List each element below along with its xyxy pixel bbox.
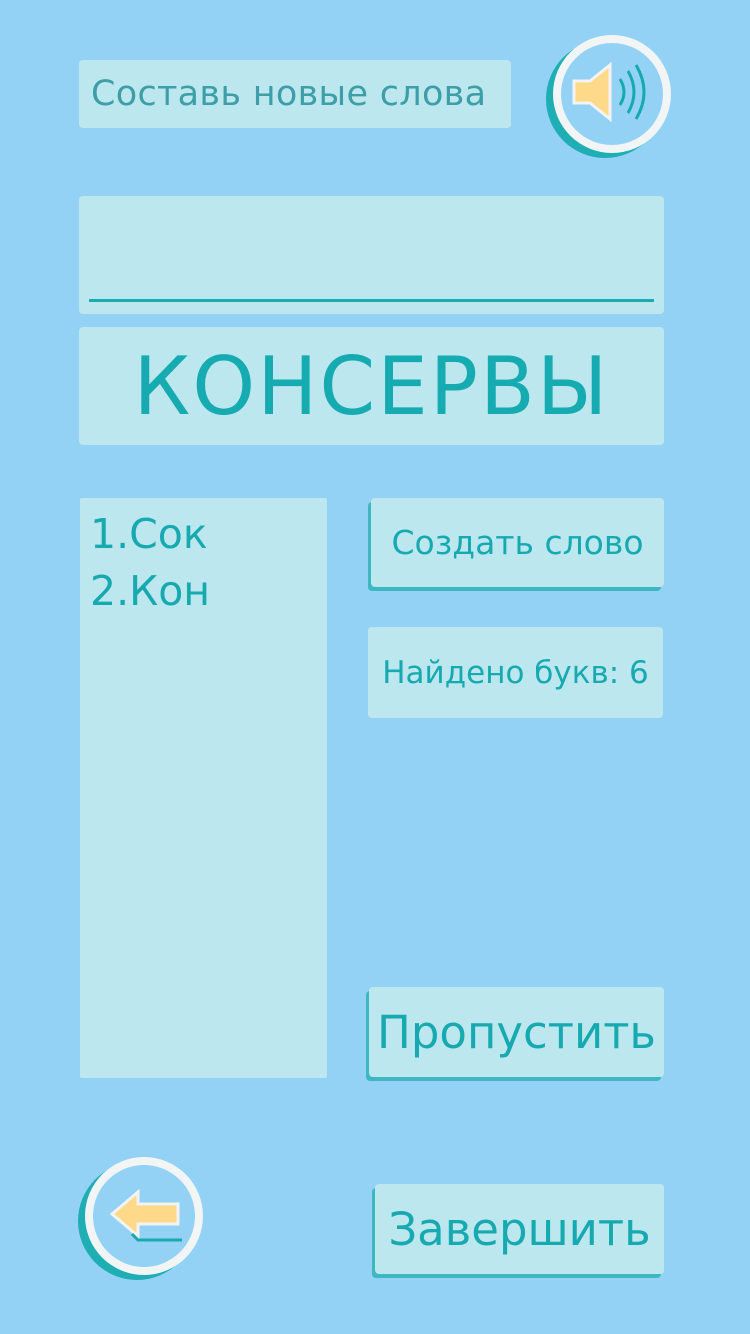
letter-slot	[145, 299, 202, 302]
speaker-icon	[570, 57, 654, 131]
letter-slot	[202, 299, 259, 302]
letter-slot	[258, 299, 315, 302]
letter-slot	[89, 299, 146, 302]
letter-slot	[541, 299, 598, 302]
create-word-button[interactable]: Создать слово	[371, 498, 664, 587]
found-letters-counter: Найдено букв: 6	[368, 627, 663, 718]
letter-slot	[428, 299, 485, 302]
list-item: 1.Сок	[90, 510, 208, 558]
finish-button[interactable]: Завершить	[375, 1184, 664, 1274]
skip-button[interactable]: Пропустить	[369, 987, 664, 1077]
source-word: КОНСЕРВЫ	[79, 327, 664, 445]
letter-slot	[315, 299, 372, 302]
letter-slot	[371, 299, 428, 302]
letter-slot	[597, 299, 654, 302]
arrow-left-icon	[102, 1184, 186, 1248]
found-words-list: 1.Сок 2.Кон	[80, 498, 327, 1078]
game-title: Составь новые слова	[79, 60, 511, 128]
letter-slot	[484, 299, 541, 302]
back-button[interactable]	[85, 1157, 203, 1275]
sound-button[interactable]	[553, 35, 671, 153]
list-item: 2.Кон	[90, 567, 211, 615]
answer-slots	[79, 196, 664, 314]
